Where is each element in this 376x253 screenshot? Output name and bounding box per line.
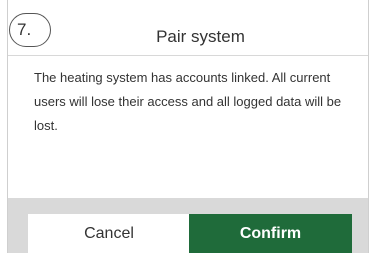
- cancel-button[interactable]: Cancel: [28, 214, 190, 253]
- dialog-header: 7. Pair system: [8, 0, 368, 56]
- dialog-frame: 7. Pair system The heating system has ac…: [0, 0, 376, 253]
- confirm-button[interactable]: Confirm: [189, 214, 352, 253]
- dialog-title: Pair system: [156, 27, 245, 46]
- dialog-message: The heating system has accounts linked. …: [34, 70, 342, 133]
